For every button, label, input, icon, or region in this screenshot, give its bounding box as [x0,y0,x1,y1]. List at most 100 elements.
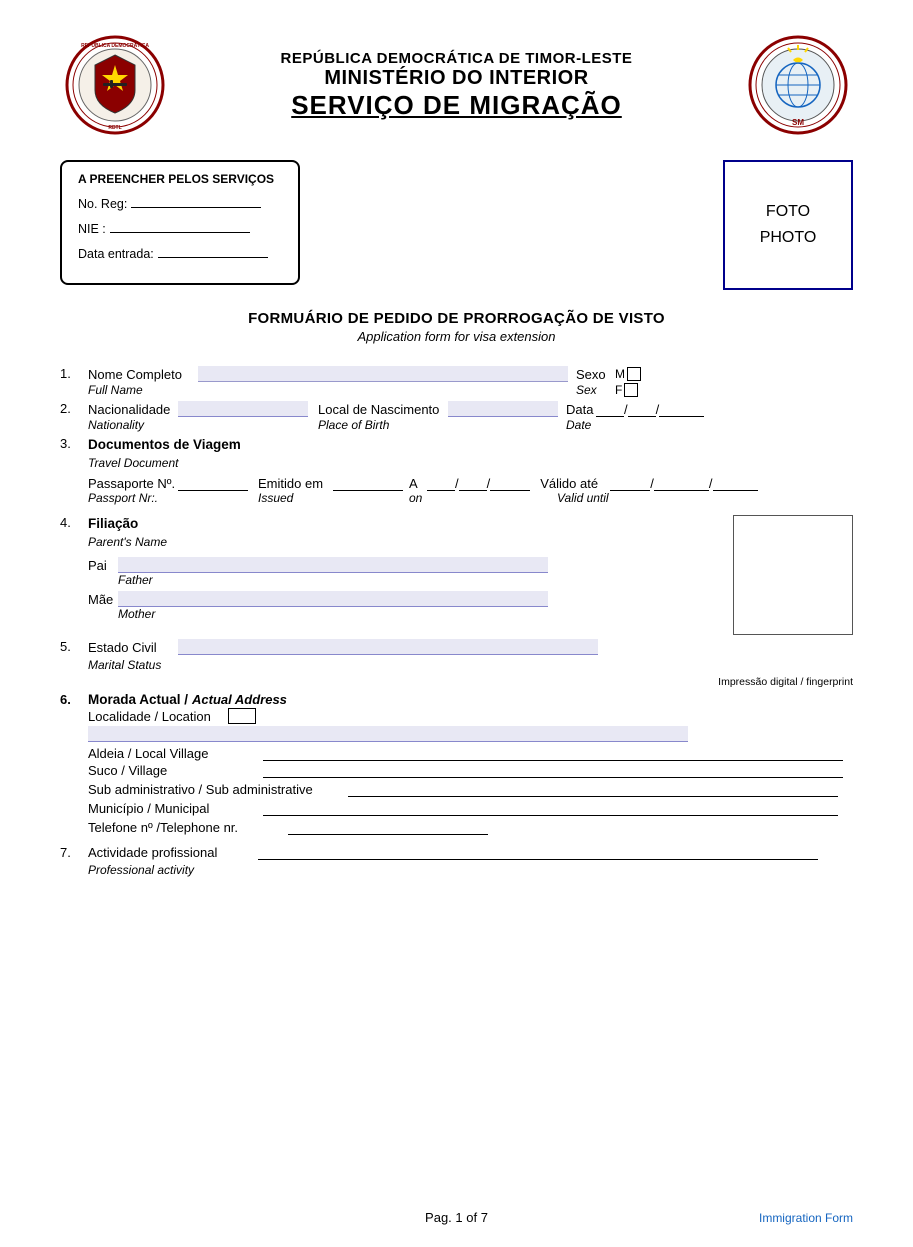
sex-f-checkbox[interactable] [624,383,638,397]
data-year[interactable] [659,402,704,417]
field5-num: 5. [60,639,88,654]
actividade-input[interactable] [258,845,818,860]
mae-label: Mãe [88,592,118,607]
svg-text:RDTL: RDTL [108,125,121,131]
admin-box-title: A PREENCHER PELOS SERVIÇOS [78,172,282,186]
form-body: 1. Nome Completo Sexo M Full Name Sex F [60,366,853,879]
sub-admin-row: Sub administrativo / Sub administrative [88,782,853,797]
passport-row-en: Passport Nr:. Issued on Valid until [88,491,853,505]
data-input[interactable] [158,244,268,258]
reg-input[interactable] [131,194,261,208]
field1-top: Nome Completo Sexo M [88,366,853,382]
place-birth-en: Place of Birth [318,418,448,432]
sex-m-label: M [615,367,625,381]
field2-bottom: Nationality Place of Birth Date [88,418,853,432]
suco-label: Suco / Village [88,763,263,778]
fingerprint-label: Impressão digital / fingerprint [60,676,853,688]
passaporte-label: Passaporte Nº. [88,476,178,491]
nome-completo-input[interactable] [198,366,568,382]
local-nascimento-input[interactable] [448,401,558,417]
header: REPÚBLICA DEMOCRÁTICA RDTL REPÚBLICA DEM… [60,30,853,140]
estado-civil-input[interactable] [178,639,598,655]
father-en: Father [118,573,703,587]
sex-f-label: F [615,383,622,397]
morada-label: Morada Actual / [88,692,188,707]
a-label: A [409,476,427,491]
field1-num: 1. [60,366,88,381]
field6-num: 6. [60,692,88,707]
nationality-en: Nationality [88,418,178,432]
actividade-label: Actividade profissional [88,845,258,860]
fp-text: Impressão digital / fingerprint [718,676,853,688]
aldeia-input[interactable] [263,746,843,761]
field7-top: Actividade profissional [88,845,853,860]
header-line3: SERVIÇO DE MIGRAÇÃO [170,90,743,121]
page-number: Pag. 1 of 7 [425,1210,488,1225]
telefone-input[interactable] [288,820,488,835]
field4-content: Filiação Parent's Name Pai Father Mãe [88,515,703,621]
fingerprint-area [723,515,853,635]
travel-doc-en: Travel Document [88,456,178,470]
mae-input[interactable] [118,591,548,607]
father-label-en: Father [118,573,153,587]
local-nascimento-label: Local de Nascimento [318,402,448,417]
nie-input[interactable] [110,219,250,233]
field7-num: 7. [60,845,88,860]
sex-label-en: Sex [576,383,611,397]
sub-admin-input[interactable] [348,782,838,797]
left-seal: REPÚBLICA DEMOCRÁTICA RDTL [60,30,170,140]
valid-day[interactable] [610,476,650,491]
photo-box: FOTO PHOTO [723,160,853,290]
nacionalidade-label: Nacionalidade [88,402,178,417]
passport-num[interactable] [178,476,248,491]
sub-admin-label: Sub administrativo / Sub administrative [88,782,348,797]
municipio-label: Município / Municipal [88,801,263,816]
field1-row: 1. Nome Completo Sexo M Full Name Sex F [60,366,853,397]
nie-label: NIE : [78,222,106,236]
right-seal: SM [743,30,853,140]
passport-month[interactable] [459,476,487,491]
immigration-form-label: Immigration Form [759,1209,853,1227]
page: REPÚBLICA DEMOCRÁTICA RDTL REPÚBLICA DEM… [0,0,913,1247]
field1-content: Nome Completo Sexo M Full Name Sex F [88,366,853,397]
telefone-row: Telefone nº /Telephone nr. [88,820,853,835]
field3-content: Documentos de Viagem Travel Document Pas… [88,436,853,505]
location-input-row [88,726,853,742]
field2-content: Nacionalidade Local de Nascimento Data /… [88,401,853,432]
header-line1: REPÚBLICA DEMOCRÁTICA DE TIMOR-LESTE [170,50,743,67]
header-text: REPÚBLICA DEMOCRÁTICA DE TIMOR-LESTE MIN… [170,50,743,121]
passport-row: Passaporte Nº. Emitido em A / / Válido a… [88,476,853,491]
issued-en: Issued [258,491,333,505]
valid-month[interactable] [654,476,709,491]
admin-field-reg: No. Reg: [78,194,282,211]
admin-box: A PREENCHER PELOS SERVIÇOS No. Reg: NIE … [60,160,300,285]
pai-input[interactable] [118,557,548,573]
valid-until-en: Valid until [557,491,609,505]
estado-civil-label: Estado Civil [88,640,178,655]
municipio-input[interactable] [263,801,838,816]
admin-field-data: Data entrada: [78,244,282,261]
form-title: FORMUÁRIO DE PEDIDO DE PRORROGAÇÃO DE VI… [60,310,853,344]
date-en: Date [566,418,591,432]
field3-row: 3. Documentos de Viagem Travel Document … [60,436,853,505]
sex-m-checkbox[interactable] [627,367,641,381]
emitido-place[interactable] [333,476,403,491]
data-month[interactable] [628,402,656,417]
field2-top: Nacionalidade Local de Nascimento Data /… [88,401,853,417]
pai-label: Pai [88,558,118,573]
data-day[interactable] [596,402,624,417]
field5-content: Estado Civil Marital Status [88,639,853,674]
suco-input[interactable] [263,763,843,778]
nome-completo-label: Nome Completo [88,367,198,382]
field4-row: 4. Filiação Parent's Name Pai Father [60,515,853,635]
form-title-en: Application form for visa extension [60,329,853,344]
passport-day[interactable] [427,476,455,491]
nacionalidade-input[interactable] [178,401,308,417]
fingerprint-box [733,515,853,635]
location-input[interactable] [88,726,688,742]
mother-label-en: Mother [118,607,155,621]
field7-content: Actividade profissional Professional act… [88,845,853,879]
passport-year[interactable] [490,476,530,491]
valid-year[interactable] [713,476,758,491]
suco-row: Suco / Village [88,763,853,778]
